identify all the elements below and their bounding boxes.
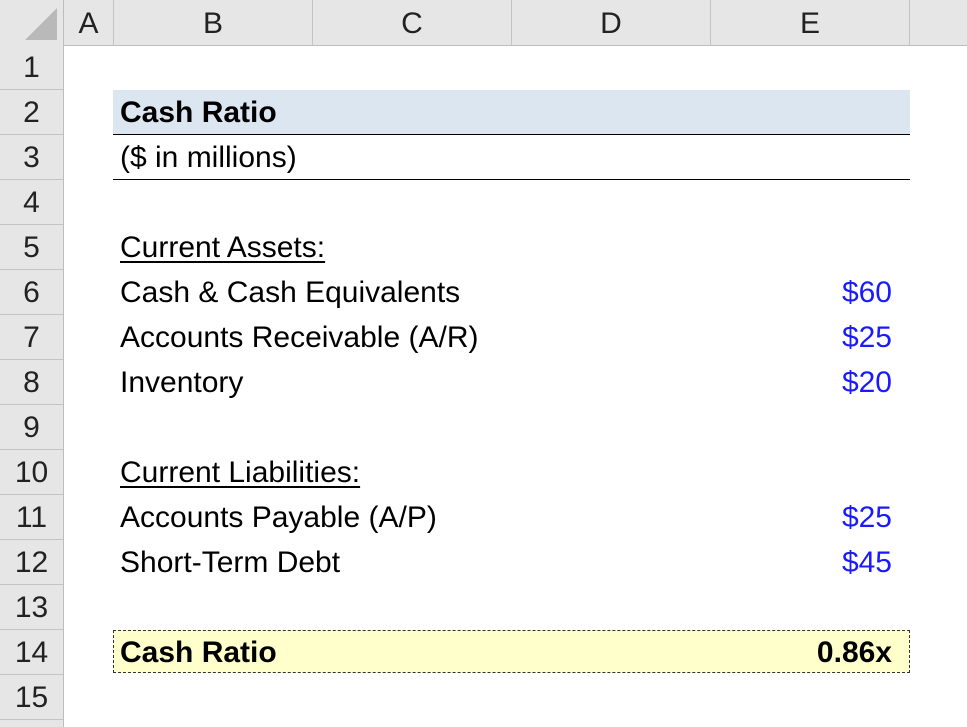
row-header-1[interactable]: 1 [0, 45, 63, 90]
row-header-11[interactable]: 11 [0, 495, 63, 540]
row-header-7[interactable]: 7 [0, 315, 63, 360]
cell-b11-label[interactable]: Accounts Payable (A/P) [120, 495, 437, 540]
row-header-13[interactable]: 13 [0, 585, 63, 630]
cell-b5-current-assets-header[interactable]: Current Assets: [120, 225, 325, 270]
cell-b8-label[interactable]: Inventory [120, 360, 243, 405]
row-header-14[interactable]: 14 [0, 630, 63, 675]
column-header-a[interactable]: A [64, 0, 114, 45]
row-header-10[interactable]: 10 [0, 450, 63, 495]
cell-b12-label[interactable]: Short-Term Debt [120, 540, 340, 585]
row-header-4[interactable]: 4 [0, 180, 63, 225]
cell-e11-value[interactable]: $25 [842, 495, 892, 540]
row-header-5[interactable]: 5 [0, 225, 63, 270]
cell-e12-value[interactable]: $45 [842, 540, 892, 585]
row-header-15[interactable]: 15 [0, 675, 63, 720]
cell-e6-value[interactable]: $60 [842, 270, 892, 315]
cell-b7-label[interactable]: Accounts Receivable (A/R) [120, 315, 478, 360]
cell-b6-label[interactable]: Cash & Cash Equivalents [120, 270, 460, 315]
cell-e14-result-value[interactable]: 0.86x [817, 630, 892, 675]
cell-b2-title[interactable]: Cash Ratio [120, 90, 277, 135]
subtitle-bottom-border [113, 179, 910, 180]
row-header-bar: 1 2 3 4 5 6 7 8 9 10 11 12 13 14 15 [0, 45, 64, 727]
column-header-b[interactable]: B [114, 0, 313, 45]
cell-e8-value[interactable]: $20 [842, 360, 892, 405]
cell-b14-result-label[interactable]: Cash Ratio [120, 630, 277, 675]
row-header-3[interactable]: 3 [0, 135, 63, 180]
select-all-corner[interactable] [0, 0, 64, 45]
column-header-c[interactable]: C [313, 0, 512, 45]
cell-e7-value[interactable]: $25 [842, 315, 892, 360]
select-all-triangle-icon [25, 8, 57, 40]
row-header-12[interactable]: 12 [0, 540, 63, 585]
row-header-8[interactable]: 8 [0, 360, 63, 405]
cell-b10-current-liabilities-header[interactable]: Current Liabilities: [120, 450, 360, 495]
row-header-6[interactable]: 6 [0, 270, 63, 315]
column-header-d[interactable]: D [512, 0, 711, 45]
spreadsheet: A B C D E 1 2 3 4 5 6 7 8 9 10 11 12 13 … [0, 0, 967, 727]
cell-b3-subtitle[interactable]: ($ in millions) [120, 135, 297, 180]
row-header-2[interactable]: 2 [0, 90, 63, 135]
row-header-9[interactable]: 9 [0, 405, 63, 450]
column-header-e[interactable]: E [711, 0, 910, 45]
